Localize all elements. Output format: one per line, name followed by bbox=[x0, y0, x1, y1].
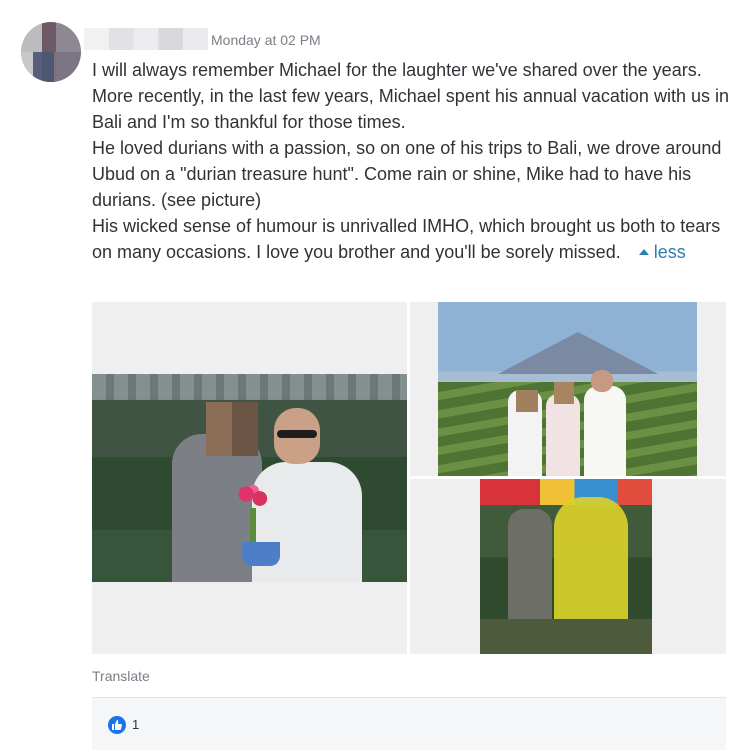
photo-durian-hunt bbox=[480, 479, 652, 654]
gallery-photo-1[interactable] bbox=[92, 302, 407, 654]
post-paragraph-text: His wicked sense of humour is unrivalled… bbox=[92, 216, 721, 262]
thumbs-up-icon[interactable] bbox=[108, 716, 126, 734]
translate-link[interactable]: Translate bbox=[92, 668, 150, 684]
show-less-link[interactable]: less bbox=[638, 242, 686, 262]
photo-men-with-flower bbox=[92, 374, 407, 582]
post-paragraph: He loved durians with a passion, so on o… bbox=[92, 138, 722, 210]
photo-gallery bbox=[92, 302, 726, 654]
post-timestamp: Monday at 02 PM bbox=[211, 32, 321, 48]
author-name-redacted[interactable] bbox=[84, 28, 208, 50]
gallery-photo-3[interactable] bbox=[410, 479, 726, 654]
post-paragraph: His wicked sense of humour is unrivalled… bbox=[92, 213, 737, 265]
photo-mountain-group bbox=[438, 302, 697, 476]
author-avatar[interactable] bbox=[21, 22, 81, 82]
gallery-photo-2[interactable] bbox=[410, 302, 726, 476]
reactions-bar: 1 bbox=[92, 698, 726, 750]
post-body: I will always remember Michael for the l… bbox=[92, 57, 737, 265]
caret-up-icon bbox=[638, 249, 649, 255]
show-less-label: less bbox=[653, 242, 686, 262]
post-paragraph: I will always remember Michael for the l… bbox=[92, 60, 729, 132]
like-count: 1 bbox=[132, 717, 140, 732]
